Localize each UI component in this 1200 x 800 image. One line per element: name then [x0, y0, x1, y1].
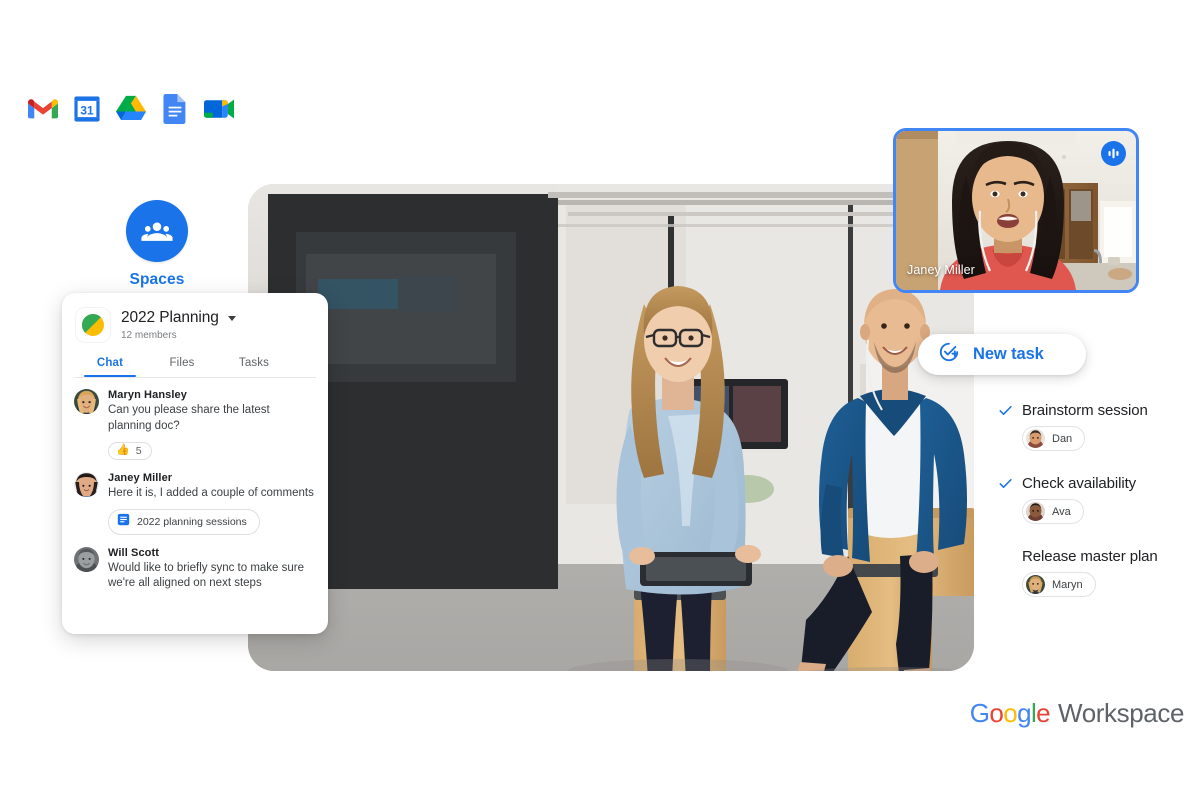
check-icon[interactable] [998, 476, 1013, 491]
page-root: 31 Spaces 2022 Planning 12 members Chat … [0, 0, 1200, 800]
message-text: Would like to briefly sync to make sure … [108, 561, 305, 590]
thumbs-up-icon: 👍 [116, 444, 130, 457]
google-letter-g1: G [969, 698, 990, 728]
message-body: Janey Miller Here it is, I added a coupl… [108, 472, 316, 535]
attachment-name: 2022 planning sessions [137, 515, 247, 528]
message-body: Will Scott Would like to briefly sync to… [108, 547, 316, 593]
space-member-count: 12 members [121, 330, 177, 341]
spaces-label: Spaces [129, 271, 185, 288]
assignee-chip[interactable]: Dan [1022, 426, 1086, 451]
task-title: Check availability [1022, 475, 1137, 492]
participant-name-label: Janey Miller [907, 263, 975, 277]
chat-space-card: 2022 Planning 12 members Chat Files Task… [62, 293, 328, 634]
svg-text:31: 31 [80, 104, 94, 118]
message-text: Here it is, I added a couple of comments [108, 486, 314, 499]
docs-icon[interactable] [160, 94, 190, 124]
task-list: Brainstorm session Dan Check availabilit… [998, 402, 1198, 621]
google-letter-o2: o [1003, 698, 1018, 728]
tab-files[interactable]: Files [146, 352, 218, 377]
assignee-name: Ava [1052, 505, 1071, 518]
task-header: Brainstorm session [998, 402, 1198, 419]
meet-icon[interactable] [204, 94, 234, 124]
hero-office-photo [248, 184, 974, 671]
message-body: Maryn Hansley Can you please share the l… [108, 389, 316, 460]
people-group-icon [141, 222, 173, 241]
avatar [1026, 502, 1045, 521]
spaces-circle[interactable] [126, 200, 188, 262]
task-header: Check availability [998, 475, 1198, 492]
app-icon-strip: 31 [28, 94, 234, 124]
assignee-name: Maryn [1052, 578, 1083, 591]
message-author: Maryn Hansley [108, 389, 187, 401]
chevron-down-icon[interactable] [227, 315, 236, 321]
chat-message-list: Maryn Hansley Can you please share the l… [62, 378, 328, 592]
google-wordmark: Google [969, 698, 1051, 729]
reaction-count: 5 [135, 444, 142, 457]
assignee-chip[interactable]: Maryn [1022, 572, 1096, 597]
avatar [1026, 575, 1045, 594]
task-item[interactable]: Check availability Ava [998, 475, 1198, 526]
add-task-icon [938, 341, 960, 368]
message-author: Will Scott [108, 546, 160, 559]
google-workspace-logo: Google Workspace [969, 698, 1185, 729]
assignee-chip[interactable]: Ava [1022, 499, 1084, 524]
task-item[interactable]: Brainstorm session Dan [998, 402, 1198, 453]
chat-card-header: 2022 Planning 12 members [62, 293, 328, 342]
google-letter-e: e [1036, 698, 1051, 728]
google-letter-o1: o [989, 698, 1004, 728]
assignee-name: Dan [1052, 432, 1073, 445]
chat-message: Maryn Hansley Can you please share the l… [74, 389, 316, 460]
message-author: Janey Miller [108, 471, 173, 484]
tab-tasks[interactable]: Tasks [218, 352, 290, 377]
reaction-chip[interactable]: 👍 5 [108, 441, 152, 460]
avatar [74, 389, 99, 414]
message-text: Can you please share the latest planning… [108, 404, 270, 432]
task-title: Brainstorm session [1022, 402, 1148, 419]
video-participant-tile[interactable]: Janey Miller [893, 128, 1139, 293]
gmail-icon[interactable] [28, 94, 58, 124]
google-docs-icon [117, 513, 130, 531]
space-title-row[interactable]: 2022 Planning [121, 309, 236, 327]
avatar [74, 546, 99, 572]
calendar-icon[interactable]: 31 [72, 94, 102, 124]
avatar [74, 471, 99, 497]
task-header: Release master plan [998, 548, 1198, 565]
avatar [1026, 429, 1045, 448]
chat-tabs: Chat Files Tasks [62, 352, 328, 377]
new-task-label: New task [973, 345, 1044, 363]
attachment-chip[interactable]: 2022 planning sessions [108, 508, 260, 535]
task-item[interactable]: Release master plan Maryn [998, 548, 1198, 599]
spaces-badge[interactable]: Spaces [124, 200, 190, 289]
space-avatar-icon [76, 308, 110, 342]
new-task-button[interactable]: New task [918, 334, 1086, 375]
tab-chat[interactable]: Chat [74, 352, 146, 377]
chat-message: Janey Miller Here it is, I added a coupl… [74, 471, 316, 535]
google-letter-g2: g [1017, 698, 1031, 728]
chat-message: Will Scott Would like to briefly sync to… [74, 546, 316, 593]
chat-header-text: 2022 Planning 12 members [121, 308, 236, 341]
drive-icon[interactable] [116, 94, 146, 124]
audio-level-icon [1101, 141, 1126, 166]
check-icon[interactable] [998, 403, 1013, 418]
task-title: Release master plan [1022, 548, 1158, 565]
workspace-wordmark: Workspace [1058, 698, 1184, 728]
space-title: 2022 Planning [121, 309, 219, 326]
